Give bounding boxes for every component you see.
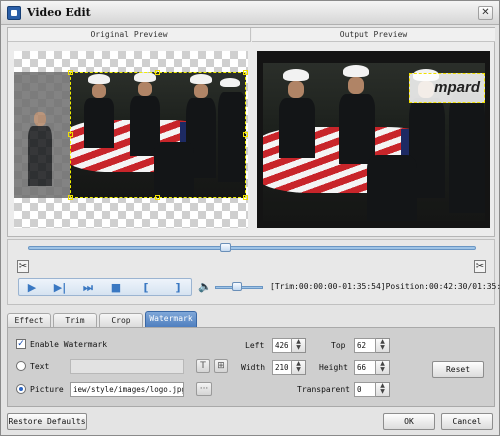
transparent-input[interactable]: 0	[354, 382, 376, 397]
app-icon	[7, 6, 21, 20]
height-label: Height	[319, 363, 348, 372]
mark-out-button[interactable]: ]	[171, 281, 185, 294]
picture-label: Picture	[30, 385, 64, 394]
output-preview-label: Output Preview	[252, 28, 495, 42]
height-input[interactable]: 66	[354, 360, 376, 375]
crop-selection-box[interactable]	[68, 70, 248, 200]
original-preview-frame	[14, 51, 248, 228]
crop-handle-bl[interactable]	[68, 195, 73, 200]
width-input[interactable]: 210	[272, 360, 292, 375]
width-label: Width	[241, 363, 266, 372]
reset-button[interactable]: Reset	[432, 361, 484, 378]
trim-start-marker[interactable]: ✂	[17, 260, 29, 273]
top-input[interactable]: 62	[354, 338, 376, 353]
enable-watermark-checkbox[interactable]: ✓	[16, 339, 26, 349]
cancel-button[interactable]: Cancel	[441, 413, 493, 430]
speaker-icon[interactable]: 🔈	[198, 281, 212, 293]
picture-radio[interactable]	[16, 384, 26, 394]
watermark-panel: ✓ Enable Watermark Text T ⊞ Picture iew/…	[7, 327, 495, 407]
preview-panel: Original Preview Output Preview mpard	[7, 27, 495, 237]
seek-track[interactable]	[28, 246, 476, 250]
crop-handle-mr[interactable]	[243, 132, 248, 137]
crop-handle-bm[interactable]	[155, 195, 160, 200]
step-button[interactable]: ⏭	[81, 281, 95, 294]
seek-thumb[interactable]	[220, 243, 232, 252]
window-title: Video Edit	[27, 6, 91, 19]
watermark-overlay[interactable]: mpard	[409, 73, 485, 103]
original-preview-label: Original Preview	[8, 28, 251, 42]
text-font-icon[interactable]: T	[196, 359, 210, 373]
tab-trim[interactable]: Trim	[53, 313, 97, 327]
top-label: Top	[331, 341, 346, 350]
title-bar[interactable]: Video Edit ✕	[1, 1, 499, 25]
tab-crop[interactable]: Crop	[99, 313, 143, 327]
edit-tabs: Effect Trim Crop Watermark	[7, 311, 495, 327]
top-stepper[interactable]: ▲ ▼	[376, 338, 390, 353]
transparent-stepper[interactable]: ▲ ▼	[376, 382, 390, 397]
volume-thumb[interactable]	[231, 282, 242, 291]
tab-watermark[interactable]: Watermark	[145, 311, 197, 327]
mark-in-button[interactable]: [	[139, 281, 153, 294]
crop-handle-tm[interactable]	[155, 70, 160, 75]
left-label: Left	[245, 341, 265, 350]
browse-button[interactable]: ···	[196, 382, 212, 396]
crop-handle-tl[interactable]	[68, 70, 73, 75]
cropped-out-region	[14, 72, 70, 198]
timeline-panel: ✂ ✂ ▶ ▶| ⏭ ■ [ ] 🔈 [Trim:00:00:00-01:35:…	[7, 239, 500, 305]
enable-watermark-label: Enable Watermark	[30, 340, 108, 349]
transparent-label: Transparent	[297, 385, 350, 394]
trim-end-marker[interactable]: ✂	[474, 260, 486, 273]
video-edit-window: Video Edit ✕ Original Preview Output Pre…	[0, 0, 500, 436]
text-radio[interactable]	[16, 361, 26, 371]
text-label: Text	[30, 362, 50, 371]
restore-defaults-button[interactable]: Restore Defaults	[7, 413, 87, 430]
stop-button[interactable]: ■	[109, 281, 123, 294]
tab-effect[interactable]: Effect	[7, 313, 51, 327]
close-button[interactable]: ✕	[478, 6, 493, 20]
play-next-button[interactable]: ▶|	[53, 281, 67, 294]
width-stepper[interactable]: ▲ ▼	[292, 360, 306, 375]
left-stepper[interactable]: ▲ ▼	[292, 338, 306, 353]
watermark-text-input[interactable]	[70, 359, 184, 374]
ok-button[interactable]: OK	[383, 413, 435, 430]
height-stepper[interactable]: ▲ ▼	[376, 360, 390, 375]
picture-path-input[interactable]: iew/style/images/logo.jpg	[70, 382, 184, 397]
crop-handle-br[interactable]	[243, 195, 248, 200]
crop-handle-tr[interactable]	[243, 70, 248, 75]
trim-position-readout: [Trim:00:00:00-01:35:54]Position:00:42:3…	[270, 282, 500, 291]
play-button[interactable]: ▶	[25, 281, 39, 294]
playback-controls: ▶ ▶| ⏭ ■ [ ]	[18, 278, 192, 296]
crop-handle-ml[interactable]	[68, 132, 73, 137]
output-preview-frame: mpard	[257, 51, 490, 228]
text-style-icon[interactable]: ⊞	[214, 359, 228, 373]
left-input[interactable]: 426	[272, 338, 292, 353]
